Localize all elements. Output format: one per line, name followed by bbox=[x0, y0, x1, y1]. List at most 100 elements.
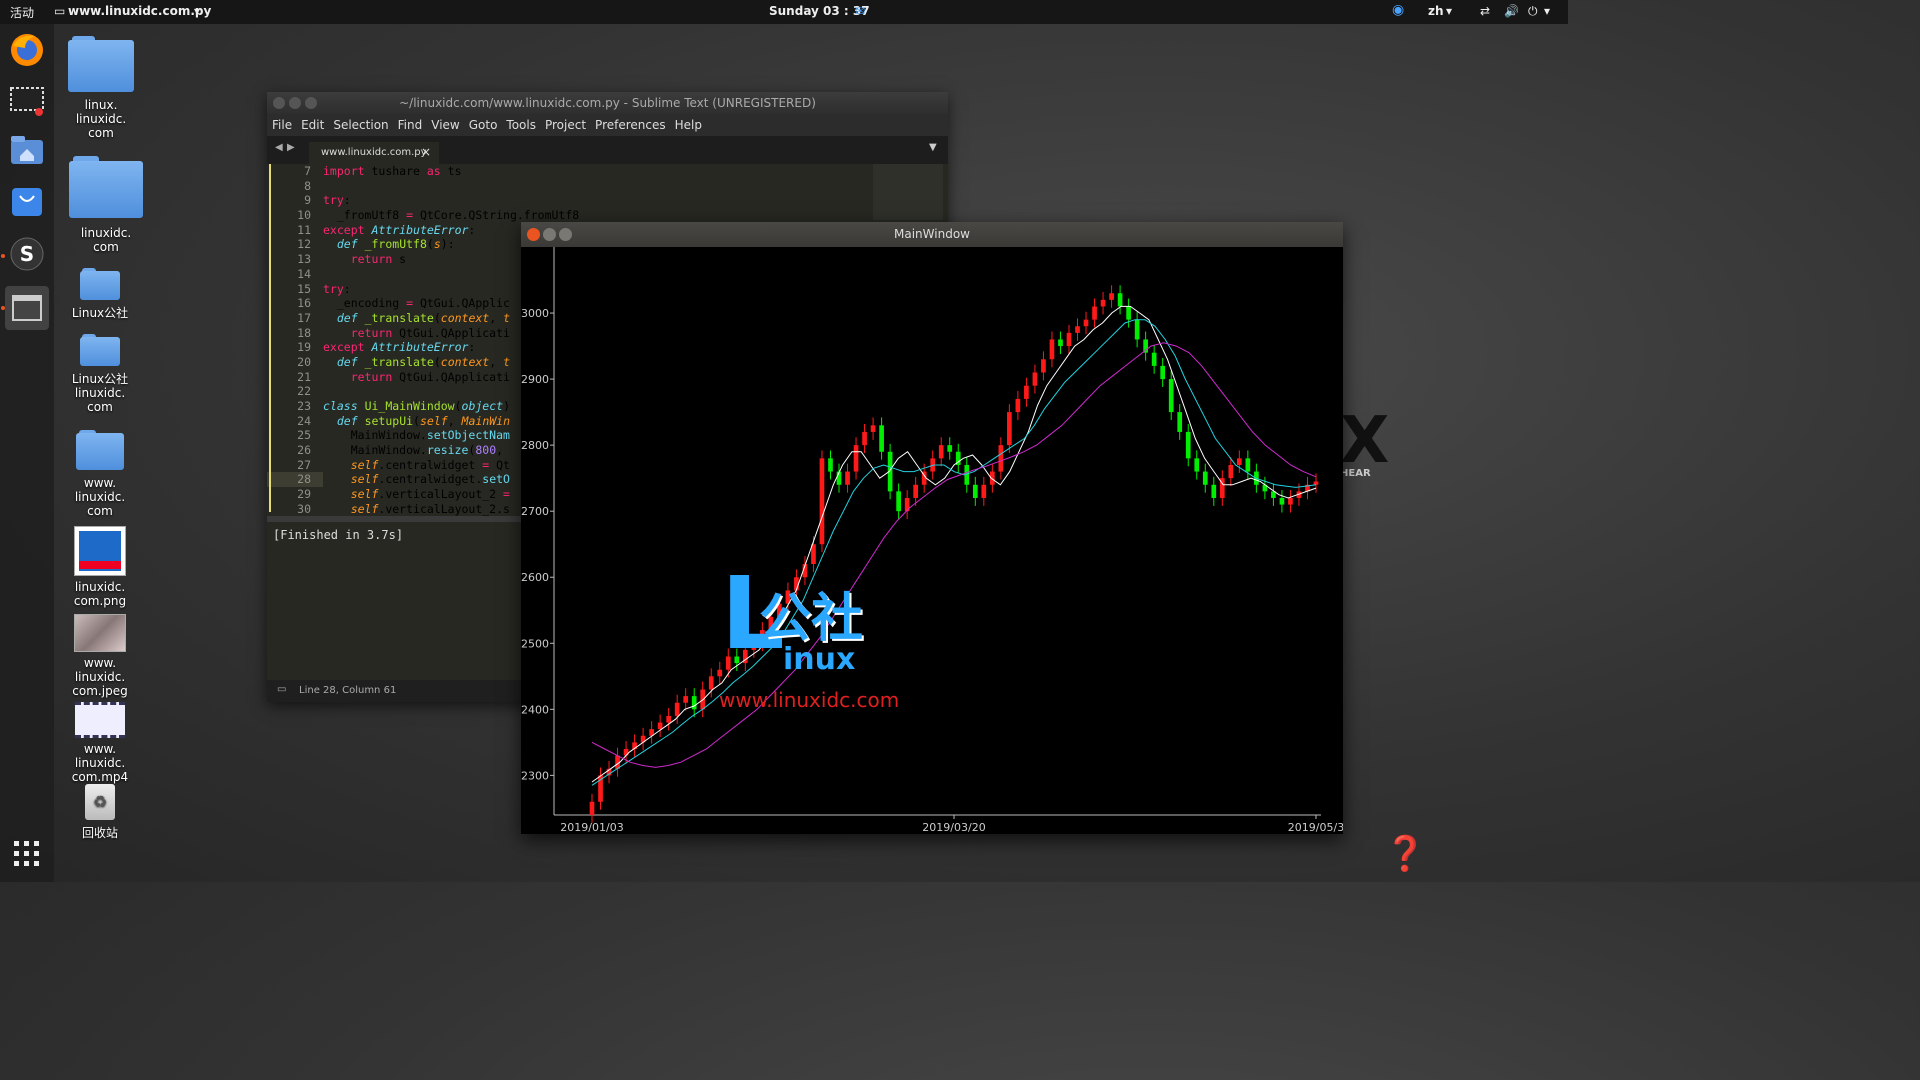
minimap[interactable] bbox=[873, 164, 943, 220]
tab-nav-left-icon[interactable]: ◀ bbox=[275, 142, 283, 153]
y-tick-label: 2300 bbox=[521, 769, 549, 782]
menu-help[interactable]: Help bbox=[670, 114, 706, 132]
candle-body bbox=[1109, 293, 1114, 300]
candle-body bbox=[1236, 458, 1242, 465]
menu-bar: File Edit Selection Find View Goto Tools Projec… bbox=[267, 114, 948, 136]
power-chevron-icon[interactable]: ▾ bbox=[1544, 4, 1550, 18]
menu-file[interactable]: File bbox=[267, 114, 296, 132]
candle-body bbox=[1185, 431, 1191, 459]
candle-body bbox=[1041, 359, 1046, 373]
chevron-down-icon[interactable]: ▾ bbox=[194, 4, 200, 18]
candle-body bbox=[1032, 372, 1038, 386]
desktop-icon-label: www. linuxidc. com.mp4 bbox=[71, 742, 129, 784]
show-applications-button[interactable] bbox=[5, 832, 49, 876]
candlestick-chart[interactable]: 2300 2400 2500 2600 2700 2800 2900 3000 2019/01/… bbox=[521, 247, 1344, 834]
desktop-file-linuxidc-mp4[interactable]: www. linuxidc. com.mp4 bbox=[55, 702, 145, 784]
network-icon[interactable]: ⇄ bbox=[1480, 4, 1490, 18]
candle-body bbox=[862, 431, 867, 446]
y-tick-label: 2400 bbox=[521, 703, 549, 716]
menu-project[interactable]: Project bbox=[540, 114, 590, 132]
power-icon[interactable]: ⏻ bbox=[1528, 4, 1538, 19]
screenshot-launcher[interactable] bbox=[5, 78, 49, 122]
wallpaper-logo-caption: HEAR bbox=[1340, 468, 1371, 479]
candle-body bbox=[998, 445, 1004, 472]
menu-tools[interactable]: Tools bbox=[501, 114, 540, 132]
sublime-launcher[interactable]: S bbox=[5, 232, 49, 276]
x-tick-label: 2019/01/03 bbox=[560, 821, 623, 834]
tab-close-icon[interactable]: × bbox=[421, 145, 431, 159]
watermark-inux-text: inux bbox=[783, 642, 856, 677]
candle-body bbox=[1117, 293, 1123, 307]
window-icon bbox=[12, 295, 42, 321]
language-chevron-icon[interactable]: ▾ bbox=[1446, 4, 1452, 18]
candle-body bbox=[938, 445, 944, 459]
cursor-position: Line 28, Column 61 bbox=[299, 685, 397, 696]
candle-body bbox=[972, 484, 978, 498]
menu-preferences[interactable]: Preferences bbox=[590, 114, 670, 132]
tab-list-dropdown-icon[interactable]: ▼ bbox=[929, 142, 937, 153]
python-window-launcher[interactable] bbox=[5, 286, 49, 330]
candle-body bbox=[1313, 481, 1319, 485]
files-launcher[interactable] bbox=[5, 128, 49, 172]
candle-body bbox=[1015, 398, 1021, 413]
desktop-folder-www-linuxidc-com[interactable]: www. linuxidc. com bbox=[55, 430, 145, 518]
language-indicator[interactable]: zh bbox=[1428, 4, 1444, 18]
volume-icon[interactable]: 🔊 bbox=[1504, 4, 1519, 18]
candle-body bbox=[1058, 339, 1063, 347]
sublime-titlebar[interactable]: ~/linuxidc.com/www.linuxidc.com.py - Sub… bbox=[267, 92, 948, 114]
menu-goto[interactable]: Goto bbox=[464, 114, 502, 132]
desktop-icon-label: linux. linuxidc. com bbox=[75, 98, 127, 140]
software-launcher[interactable] bbox=[5, 178, 49, 222]
candle-body bbox=[828, 458, 833, 472]
desktop-icon-label: linuxidc. com bbox=[80, 226, 132, 254]
candle-body bbox=[1092, 306, 1097, 320]
x-tick-label: 2019/03/20 bbox=[922, 821, 985, 834]
candle-body bbox=[1126, 306, 1131, 320]
screenshot-icon bbox=[10, 87, 44, 116]
candle-body bbox=[1228, 464, 1234, 479]
desktop-icon-label: Linux公社 linuxidc. com bbox=[71, 372, 129, 414]
candle-body bbox=[657, 722, 663, 730]
firefox-launcher[interactable] bbox=[5, 28, 49, 72]
candle-body bbox=[691, 696, 697, 710]
menu-selection[interactable]: Selection bbox=[328, 114, 392, 132]
candle-body bbox=[819, 458, 825, 545]
candle-body bbox=[879, 425, 884, 452]
candle-body bbox=[1049, 339, 1055, 360]
menu-edit[interactable]: Edit bbox=[296, 114, 328, 132]
candle-body bbox=[1202, 471, 1208, 485]
desktop-folder-linux-gongshe-linuxidc[interactable]: Linux公社 linuxidc. com bbox=[55, 334, 145, 414]
app-menu[interactable]: www.linuxidc.com.py bbox=[68, 4, 211, 18]
top-bar: 活动 ▭ www.linuxidc.com.py ▾ Sunday 03 : 3… bbox=[0, 0, 1568, 24]
mainwindow-titlebar[interactable]: MainWindow bbox=[521, 222, 1343, 247]
window-icon: ▭ bbox=[54, 4, 66, 18]
watermark-url: www.linuxidc.com bbox=[719, 688, 900, 712]
desktop-icon-label: www. linuxidc. com.jpeg bbox=[72, 656, 128, 698]
panel-toggle-icon[interactable]: ▭ bbox=[277, 684, 286, 695]
tab-nav-right-icon[interactable]: ▶ bbox=[287, 142, 295, 153]
candle-body bbox=[1288, 497, 1293, 505]
desktop-folder-linuxidc-com[interactable]: linuxidc. com bbox=[61, 156, 151, 254]
firefox-icon bbox=[11, 34, 43, 66]
x-tick-label: 2019/05/3 bbox=[1288, 821, 1343, 834]
menu-find[interactable]: Find bbox=[393, 114, 427, 132]
candle-body bbox=[1024, 385, 1029, 399]
y-tick-label: 3000 bbox=[521, 307, 549, 320]
mail-icon: ✉ bbox=[855, 4, 866, 18]
wallpaper-logo-glyph: X bbox=[1340, 404, 1390, 478]
activities-button[interactable]: 活动 bbox=[10, 4, 34, 21]
menu-view[interactable]: View bbox=[426, 114, 463, 132]
candle-body bbox=[1279, 497, 1285, 505]
folder-icon bbox=[68, 36, 134, 92]
desktop-folder-linux-gongshe[interactable]: Linux公社 bbox=[55, 268, 145, 320]
desktop-trash[interactable]: ♻ 回收站 bbox=[55, 784, 145, 840]
desktop-file-linuxidc-jpeg[interactable]: www. linuxidc. com.jpeg bbox=[55, 614, 145, 698]
candle-body bbox=[1151, 352, 1157, 366]
candle-body bbox=[1177, 412, 1183, 432]
desktop-file-linuxidc-png[interactable]: linuxidc. com.png bbox=[55, 526, 145, 608]
desktop-icon-label: Linux公社 bbox=[71, 306, 129, 320]
candle-body bbox=[947, 445, 953, 452]
network-status-icon[interactable]: ◉ bbox=[1392, 2, 1404, 18]
tab-www-linuxidc-py[interactable]: www.linuxidc.com.py × bbox=[309, 142, 439, 164]
desktop-folder-linux-linuxidc-com[interactable]: linux. linuxidc. com bbox=[56, 36, 146, 140]
